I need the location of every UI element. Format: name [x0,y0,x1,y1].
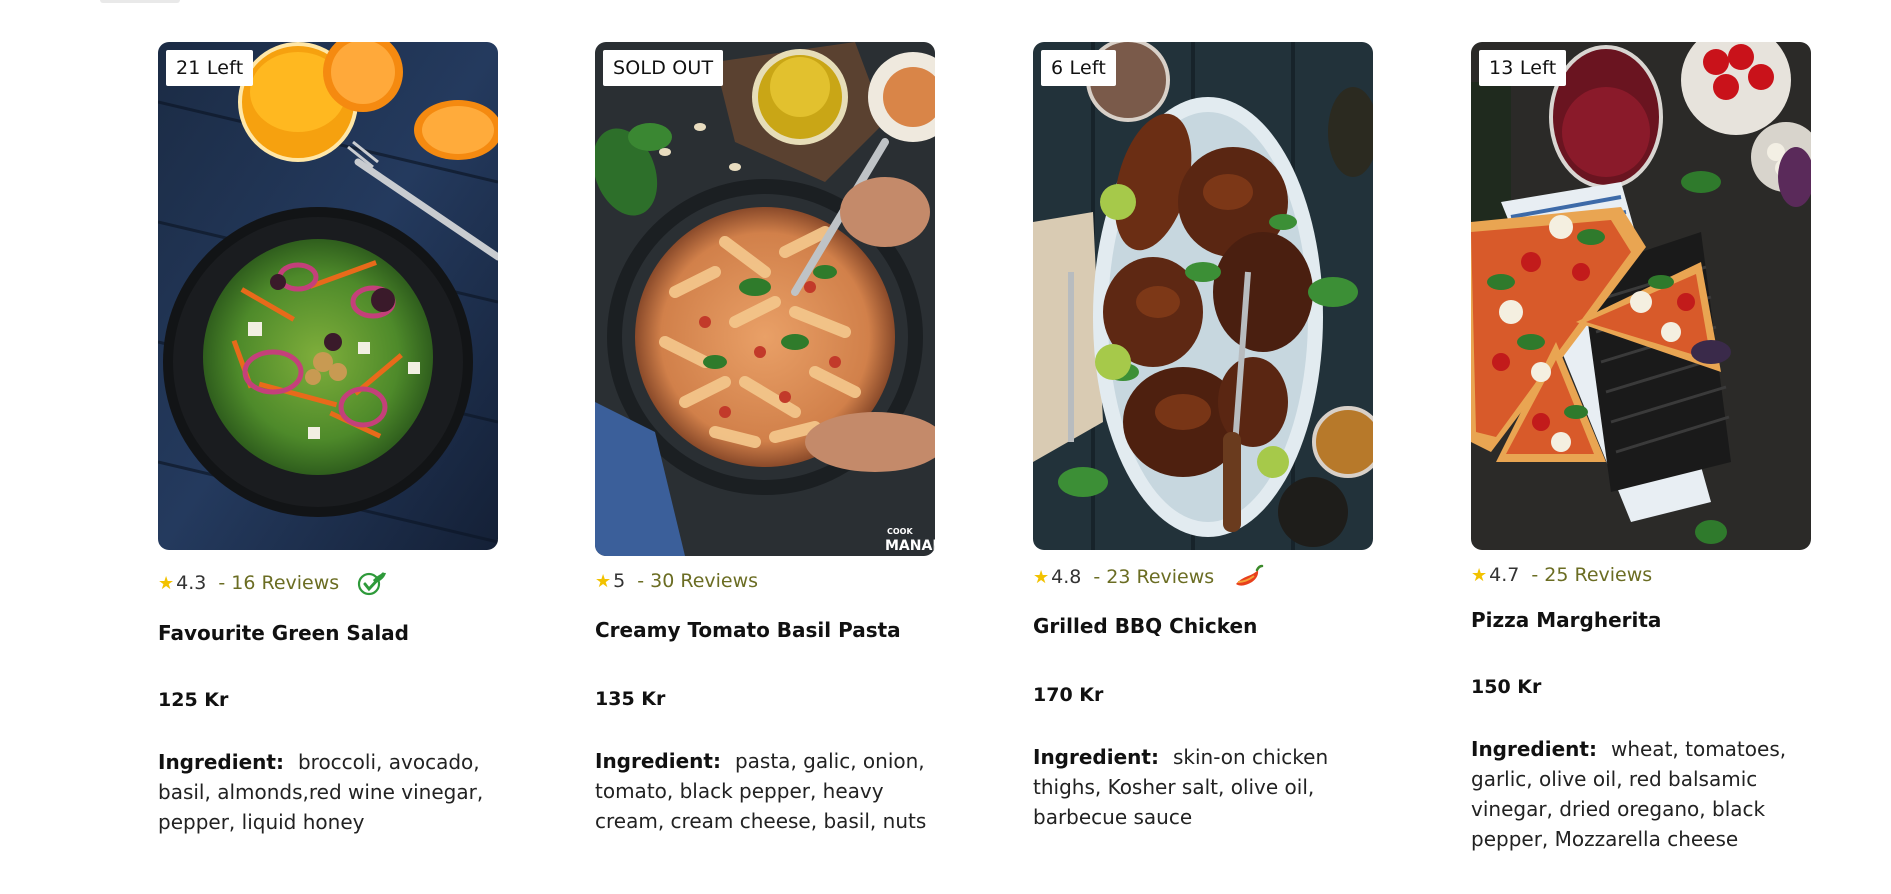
dish-price: 150 Kr [1471,676,1542,698]
star-icon: ★ [595,570,612,592]
dish-name[interactable]: Creamy Tomato Basil Pasta [595,618,935,648]
menu-card-pasta[interactable]: COOK MANALI SOLD OUT ★ 5 - 30 Reviews Cr… [595,42,935,836]
rating-value: 5 [613,570,626,592]
dish-photo[interactable]: COOK MANALI SOLD OUT [595,42,935,556]
menu-page: 21 Left ★ 4.3 - 16 Reviews Favourite Gre… [0,0,1891,894]
star-icon: ★ [1033,566,1050,588]
dish-name[interactable]: Pizza Margherita [1471,608,1811,638]
reviews-count[interactable]: - 23 Reviews [1093,566,1214,588]
top-tab-edge [100,0,180,3]
ingredients: Ingredient: skin-on chicken thighs, Koshe… [1033,742,1373,832]
stock-badge: SOLD OUT [603,50,724,86]
menu-card-salad[interactable]: 21 Left ★ 4.3 - 16 Reviews Favourite Gre… [158,42,498,837]
ingredients: Ingredient: broccoli, avocado, basil, alm… [158,747,498,837]
dish-price: 170 Kr [1033,684,1104,706]
vegetarian-leaf-icon [357,570,387,596]
menu-card-pizza[interactable]: 13 Left ★ 4.7 - 25 Reviews Pizza Margher… [1471,42,1811,854]
rating-row: ★ 4.8 - 23 Reviews [1033,564,1373,590]
reviews-count[interactable]: - 30 Reviews [637,570,758,592]
dish-photo[interactable]: 6 Left [1033,42,1373,550]
reviews-count[interactable]: - 25 Reviews [1531,564,1652,586]
rating-row: ★ 5 - 30 Reviews [595,568,935,594]
rating-value: 4.8 [1051,566,1082,588]
spicy-chili-icon [1232,564,1264,590]
dish-price: 125 Kr [158,689,229,711]
ingredients: Ingredient: wheat, tomatoes, garlic, oliv… [1471,734,1811,854]
rating-value: 4.3 [176,572,207,594]
ingredient-label: Ingredient: [595,749,721,773]
ingredients: Ingredient: pasta, galic, onion, tomato, … [595,746,935,836]
dish-price: 135 Kr [595,688,666,710]
svg-text:COOK: COOK [887,527,913,536]
star-icon: ★ [1471,564,1488,586]
salad-image [158,42,498,550]
ingredient-label: Ingredient: [158,750,284,774]
dish-photo[interactable]: 21 Left [158,42,498,550]
pasta-image: COOK MANALI [595,42,935,556]
menu-card-chicken[interactable]: 6 Left ★ 4.8 - 23 Reviews Grilled BBQ Ch… [1033,42,1373,832]
dish-name[interactable]: Grilled BBQ Chicken [1033,614,1373,644]
chicken-image [1033,42,1373,550]
stock-badge: 13 Left [1479,50,1567,86]
dish-name[interactable]: Favourite Green Salad [158,621,498,651]
star-icon: ★ [158,572,175,594]
rating-value: 4.7 [1489,564,1520,586]
ingredient-label: Ingredient: [1471,737,1597,761]
dish-photo[interactable]: 13 Left [1471,42,1811,550]
rating-row: ★ 4.7 - 25 Reviews [1471,562,1811,588]
ingredient-label: Ingredient: [1033,745,1159,769]
reviews-count[interactable]: - 16 Reviews [218,572,339,594]
svg-text:MANALI: MANALI [885,538,935,554]
pizza-image [1471,42,1811,550]
stock-badge: 6 Left [1041,50,1117,86]
stock-badge: 21 Left [166,50,254,86]
rating-row: ★ 4.3 - 16 Reviews [158,570,498,596]
